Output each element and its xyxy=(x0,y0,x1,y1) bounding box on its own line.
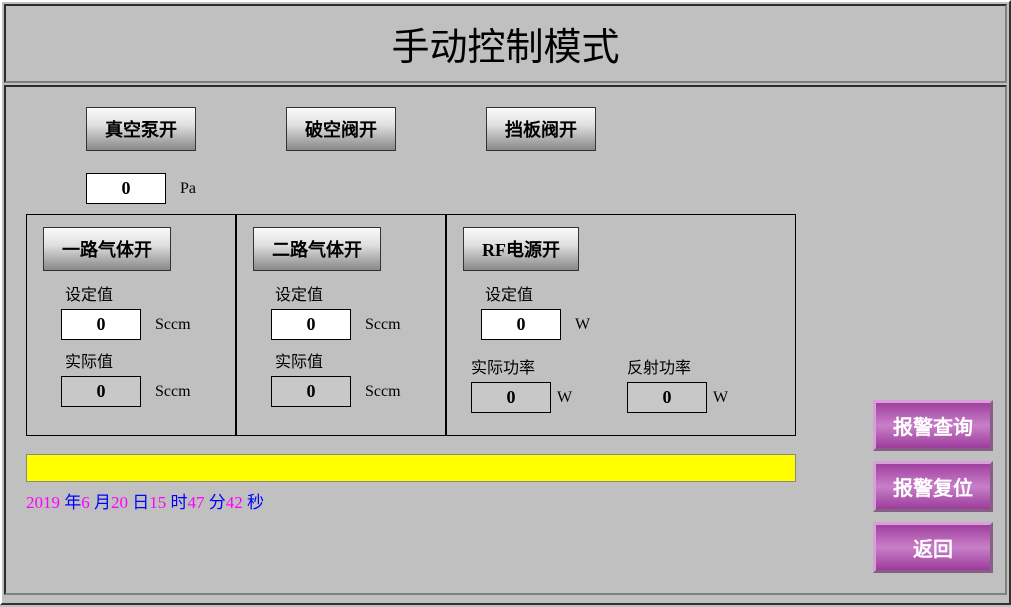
gas1-set-unit: Sccm xyxy=(155,316,191,334)
page-title: 手动控制模式 xyxy=(391,27,619,69)
control-boxes-row: 一路气体开 设定值 0 Sccm 实际值 0 Sccm 二路气体开 设定值 xyxy=(26,214,985,436)
rf-actual-power-unit: W xyxy=(557,389,572,407)
gas1-actual-value: 0 xyxy=(61,376,141,407)
dt-second: 42 xyxy=(226,493,243,512)
gas1-set-label: 设定值 xyxy=(43,281,219,305)
rf-set-unit: W xyxy=(575,316,590,334)
dt-month: 6 xyxy=(81,493,90,512)
rf-reflect-power-value: 0 xyxy=(627,382,707,413)
datetime-display: 2019 年6 月20 日15 时47 分42 秒 xyxy=(26,488,985,513)
main-panel: 真空泵开 0 Pa 破空阀开 挡板阀开 一路气体开 设定值 0 xyxy=(4,85,1007,595)
alarm-query-button[interactable]: 报警查询 xyxy=(873,400,993,451)
dt-hour-l: 时 xyxy=(171,493,188,512)
gas2-actual-label: 实际值 xyxy=(253,348,429,372)
gas2-actual-unit: Sccm xyxy=(365,383,401,401)
side-buttons: 报警查询 报警复位 返回 xyxy=(873,400,993,573)
gas1-actual-label: 实际值 xyxy=(43,348,219,372)
vent-valve-button[interactable]: 破空阀开 xyxy=(286,107,396,151)
pressure-display: 0 Pa xyxy=(86,173,286,204)
rf-reflect-power-unit: W xyxy=(713,389,728,407)
dt-minute: 47 xyxy=(188,493,205,512)
pressure-unit: Pa xyxy=(180,180,196,198)
rf-set-input[interactable]: 0 xyxy=(481,309,561,340)
vacuum-pump-button[interactable]: 真空泵开 xyxy=(86,107,196,151)
gas2-set-unit: Sccm xyxy=(365,316,401,334)
gas2-button[interactable]: 二路气体开 xyxy=(253,227,381,271)
gas2-set-label: 设定值 xyxy=(253,281,429,305)
rf-set-label: 设定值 xyxy=(463,281,779,305)
back-button[interactable]: 返回 xyxy=(873,522,993,573)
rf-panel: RF电源开 设定值 0 W 实际功率 0 W 反射 xyxy=(446,214,796,436)
gas2-panel: 二路气体开 设定值 0 Sccm 实际值 0 Sccm xyxy=(236,214,446,436)
app-frame: 手动控制模式 真空泵开 0 Pa 破空阀开 挡板阀开 一路气体开 xyxy=(0,0,1011,605)
dt-day: 20 xyxy=(111,493,128,512)
rf-reflect-power-label: 反射功率 xyxy=(623,354,779,378)
baffle-valve-button[interactable]: 挡板阀开 xyxy=(486,107,596,151)
gas1-actual-unit: Sccm xyxy=(155,383,191,401)
dt-year: 2019 xyxy=(26,493,60,512)
rf-actual-power-value: 0 xyxy=(471,382,551,413)
gas2-set-input[interactable]: 0 xyxy=(271,309,351,340)
alarm-reset-button[interactable]: 报警复位 xyxy=(873,461,993,512)
gas1-set-input[interactable]: 0 xyxy=(61,309,141,340)
rf-actual-power-label: 实际功率 xyxy=(467,354,623,378)
gas1-button[interactable]: 一路气体开 xyxy=(43,227,171,271)
rf-power-button[interactable]: RF电源开 xyxy=(463,227,579,271)
top-controls-row: 真空泵开 0 Pa 破空阀开 挡板阀开 xyxy=(26,107,985,204)
dt-second-l: 秒 xyxy=(247,493,264,512)
gas2-actual-value: 0 xyxy=(271,376,351,407)
status-bar xyxy=(26,454,796,482)
dt-minute-l: 分 xyxy=(209,493,226,512)
dt-month-l: 月 xyxy=(94,493,111,512)
gas1-panel: 一路气体开 设定值 0 Sccm 实际值 0 Sccm xyxy=(26,214,236,436)
dt-hour: 15 xyxy=(149,493,166,512)
pressure-value: 0 xyxy=(86,173,166,204)
dt-day-l: 日 xyxy=(132,493,149,512)
title-panel: 手动控制模式 xyxy=(4,4,1007,83)
dt-year-l: 年 xyxy=(64,493,81,512)
